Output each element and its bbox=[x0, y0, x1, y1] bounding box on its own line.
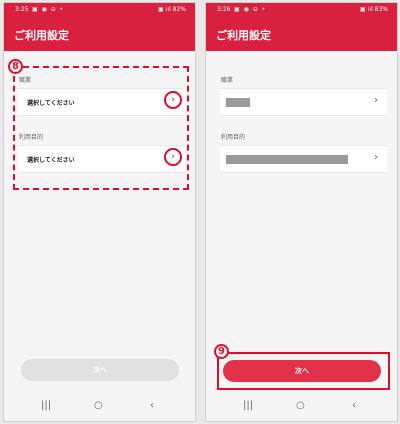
step-badge-9: 9 bbox=[214, 344, 229, 359]
status-time: 3:25 bbox=[15, 6, 29, 13]
home-icon[interactable]: ○ bbox=[94, 400, 103, 411]
status-time: 3:26 bbox=[217, 6, 231, 13]
occupation-label: 職業 bbox=[221, 77, 234, 84]
occupation-placeholder: 選択してください bbox=[27, 100, 75, 107]
system-nav-bar: ||| ○ ‹ bbox=[4, 397, 195, 419]
status-battery: ▣ ⁞ıl 83% bbox=[359, 6, 388, 13]
redacted-purpose-value bbox=[226, 155, 348, 164]
recents-icon[interactable]: ||| bbox=[41, 400, 51, 411]
occupation-label: 職業 bbox=[19, 77, 32, 84]
purpose-label: 利用目的 bbox=[221, 134, 246, 141]
next-button-disabled[interactable]: 次へ bbox=[21, 359, 179, 381]
chevron-right-icon[interactable]: › bbox=[164, 148, 182, 166]
next-button[interactable]: 次へ bbox=[223, 360, 381, 382]
system-nav-bar: ||| ○ ‹ bbox=[206, 397, 397, 419]
home-icon[interactable]: ○ bbox=[296, 400, 305, 411]
app-bar: ご利用設定 bbox=[206, 17, 397, 51]
step-badge-8: 8 bbox=[8, 59, 23, 74]
page-title: ご利用設定 bbox=[216, 29, 271, 42]
chevron-right-icon[interactable]: › bbox=[374, 95, 378, 106]
recents-icon[interactable]: ||| bbox=[243, 400, 253, 411]
occupation-select[interactable]: 選択してください › bbox=[18, 88, 185, 116]
status-bar: 3:25 ▣ ◉ ⊖ • ▣ ⁞ıl 82% bbox=[4, 3, 195, 17]
purpose-select[interactable]: 選択してください › bbox=[18, 145, 185, 173]
back-icon[interactable]: ‹ bbox=[150, 400, 154, 411]
redacted-occupation-value bbox=[226, 98, 250, 107]
phone-screen-after: 3:26 ▣ ◉ ⊖ • ▣ ⁞ıl 83% ご利用設定 職業 › 利用目的 ›… bbox=[205, 2, 398, 422]
app-bar: ご利用設定 bbox=[4, 17, 195, 51]
phone-screen-before: 3:25 ▣ ◉ ⊖ • ▣ ⁞ıl 82% ご利用設定 8 職業 選択してくだ… bbox=[3, 2, 196, 422]
purpose-label: 利用目的 bbox=[19, 134, 44, 141]
purpose-select[interactable]: › bbox=[220, 145, 387, 173]
chevron-right-icon[interactable]: › bbox=[164, 91, 182, 109]
status-notification-icons: ▣ ◉ ⊖ • bbox=[234, 6, 267, 13]
chevron-right-icon[interactable]: › bbox=[374, 152, 378, 163]
page-title: ご利用設定 bbox=[14, 29, 69, 42]
status-bar: 3:26 ▣ ◉ ⊖ • ▣ ⁞ıl 83% bbox=[206, 3, 397, 17]
purpose-placeholder: 選択してください bbox=[27, 157, 75, 164]
status-notification-icons: ▣ ◉ ⊖ • bbox=[32, 6, 65, 13]
back-icon[interactable]: ‹ bbox=[352, 400, 356, 411]
status-battery: ▣ ⁞ıl 82% bbox=[157, 6, 186, 13]
occupation-select[interactable]: › bbox=[220, 88, 387, 116]
